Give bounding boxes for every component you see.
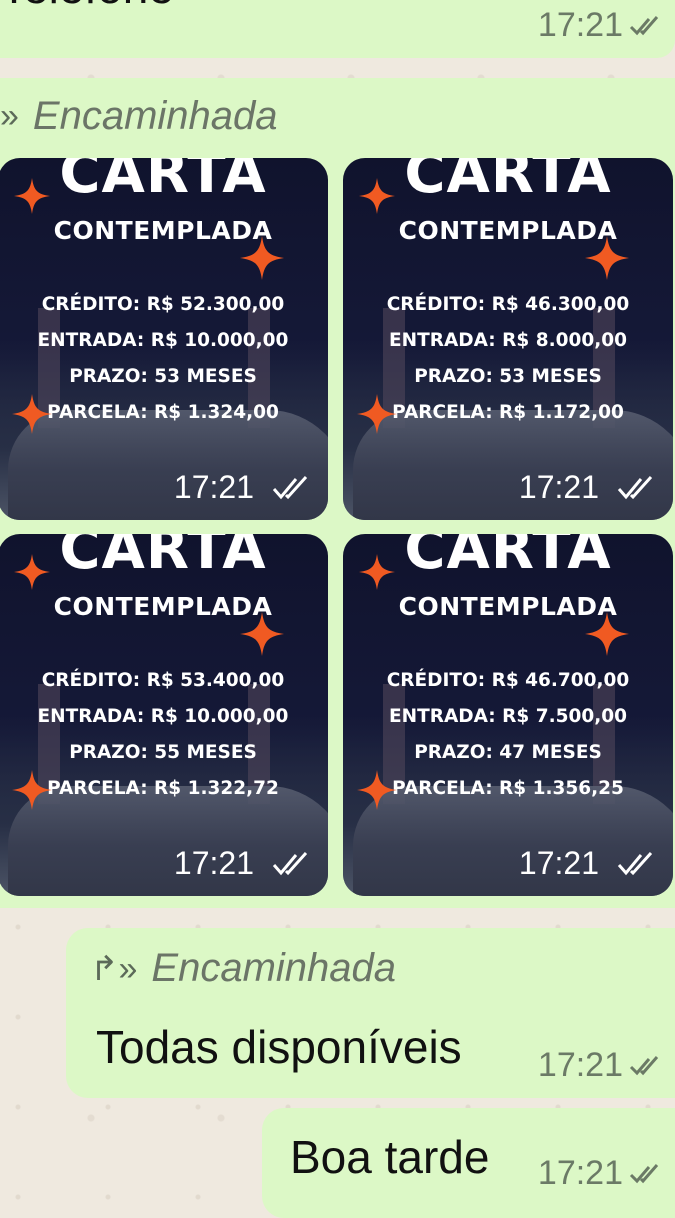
message-bubble-top[interactable]: Telefone 17:21 <box>0 0 675 58</box>
double-check-icon <box>272 851 308 875</box>
sparkle-icon <box>359 178 395 219</box>
card-prazo: PRAZO: 55 MESES <box>69 742 257 763</box>
card-credito: CRÉDITO: R$ 52.300,00 <box>41 294 285 315</box>
forward-icon: » <box>0 97 19 135</box>
forwarded-label: Encaminhada <box>32 94 278 138</box>
sparkle-icon <box>585 612 629 661</box>
double-check-icon <box>617 475 653 499</box>
card-prazo: PRAZO: 53 MESES <box>69 366 257 387</box>
card-prazo: PRAZO: 53 MESES <box>414 366 602 387</box>
album-image-card[interactable]: CARTA CONTEMPLADA CRÉDITO: R$ 53.400,00 … <box>0 534 328 896</box>
card-prazo: PRAZO: 47 MESES <box>414 742 602 763</box>
card-credito: CRÉDITO: R$ 46.700,00 <box>386 670 630 691</box>
sparkle-icon <box>14 178 50 219</box>
sparkle-icon <box>357 770 397 815</box>
album-image-card[interactable]: CARTA CONTEMPLADA CRÉDITO: R$ 46.700,00 … <box>343 534 673 896</box>
message-bubble-greeting[interactable]: Boa tarde 17:21 <box>262 1108 675 1218</box>
message-time: 17:21 <box>537 1046 623 1084</box>
double-check-icon <box>629 15 659 35</box>
message-meta: 17:21 <box>538 6 663 45</box>
message-time: 17:21 <box>518 845 599 881</box>
message-meta: 17:21 <box>538 1154 663 1193</box>
double-check-icon <box>617 851 653 875</box>
forwarded-label: Encaminhada <box>151 946 397 990</box>
card-entrada: ENTRADA: R$ 10.000,00 <box>37 706 289 727</box>
message-text: Todas disponíveis <box>96 1021 462 1073</box>
double-check-icon <box>629 1163 659 1183</box>
card-credito: CRÉDITO: R$ 46.300,00 <box>386 294 630 315</box>
message-time: 17:21 <box>173 469 254 505</box>
sparkle-icon <box>14 554 50 595</box>
double-check-icon <box>272 475 308 499</box>
message-time: 17:21 <box>518 469 599 505</box>
message-time: 17:21 <box>173 845 254 881</box>
sparkle-icon <box>240 612 284 661</box>
forward-icon: ↱» <box>90 949 138 988</box>
card-credito: CRÉDITO: R$ 53.400,00 <box>41 670 285 691</box>
card-meta: 17:21 <box>174 845 314 882</box>
message-meta: 17:21 <box>538 1046 663 1085</box>
message-bubble-available[interactable]: ↱» Encaminhada Todas disponíveis 17:21 <box>66 928 675 1098</box>
message-time: 17:21 <box>537 6 623 44</box>
sparkle-icon <box>359 554 395 595</box>
sparkle-icon <box>585 236 629 285</box>
message-text: Boa tarde <box>290 1131 490 1183</box>
double-check-icon <box>629 1055 659 1075</box>
card-entrada: ENTRADA: R$ 8.000,00 <box>388 330 627 351</box>
card-meta: 17:21 <box>519 845 659 882</box>
sparkle-icon <box>240 236 284 285</box>
album-image-card[interactable]: CARTA CONTEMPLADA CRÉDITO: R$ 46.300,00 … <box>343 158 673 520</box>
card-meta: 17:21 <box>519 469 659 506</box>
sparkle-icon <box>357 394 397 439</box>
card-entrada: ENTRADA: R$ 10.000,00 <box>37 330 289 351</box>
forwarded-indicator: ↱» Encaminhada <box>90 946 396 991</box>
sparkle-icon <box>12 394 52 439</box>
forwarded-indicator: » Encaminhada <box>0 94 278 139</box>
card-entrada: ENTRADA: R$ 7.500,00 <box>388 706 627 727</box>
message-text: Telefone <box>0 0 174 14</box>
album-image-card[interactable]: CARTA CONTEMPLADA CRÉDITO: R$ 52.300,00 … <box>0 158 328 520</box>
sparkle-icon <box>12 770 52 815</box>
card-meta: 17:21 <box>174 469 314 506</box>
message-time: 17:21 <box>537 1154 623 1192</box>
